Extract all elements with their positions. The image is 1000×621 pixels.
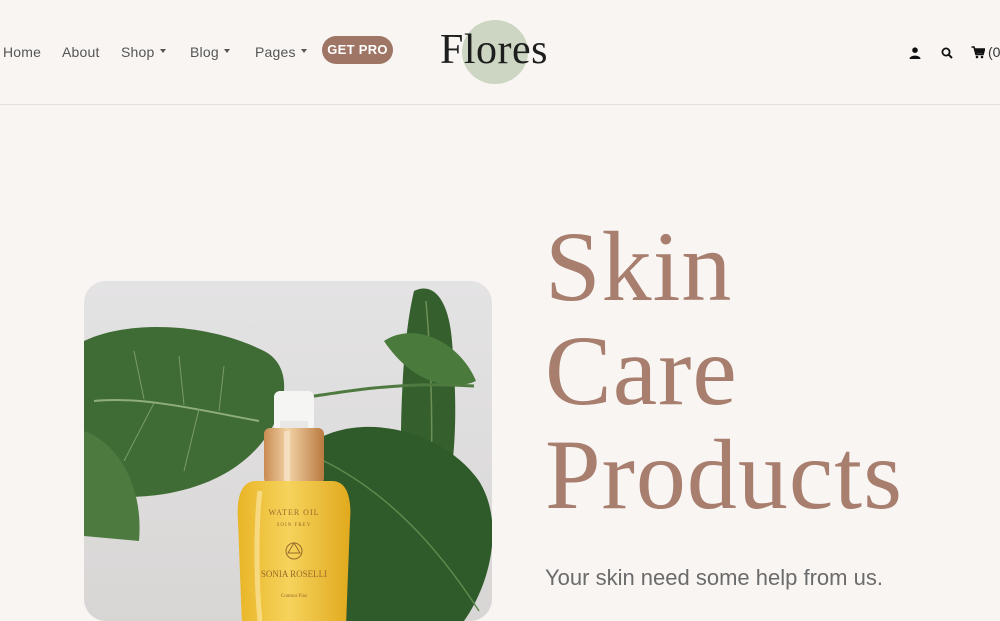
cart-icon[interactable] <box>971 46 986 64</box>
nav-blog-label: Blog <box>190 44 219 60</box>
nav-blog[interactable]: Blog <box>190 44 230 60</box>
hero-title-line: Skin <box>545 211 733 322</box>
hero-subtitle: Your skin need some help from us. <box>545 565 883 590</box>
nav-home[interactable]: Home <box>3 44 41 60</box>
hero-product-image: WATER OIL SOIN FREY SONIA ROSELLI Contou… <box>84 281 492 621</box>
nav-about[interactable]: About <box>62 44 100 60</box>
chevron-down-icon <box>159 49 166 54</box>
nav-pages-label: Pages <box>255 44 296 60</box>
bottle-label-line2: SOIN FREY <box>277 523 312 528</box>
bottle-label-line1: WATER OIL <box>269 508 320 517</box>
cart-count[interactable]: (0 <box>988 44 1000 60</box>
hero-title: Skin Care Products <box>545 215 903 527</box>
bottle-label-line3: Contour Fins <box>281 594 307 599</box>
bottle-label-brand: SONIA ROSELLI <box>261 569 327 579</box>
site-logo[interactable]: Flores <box>440 24 550 76</box>
hero-title-line: Care <box>545 315 738 426</box>
user-icon[interactable] <box>909 46 921 64</box>
nav-shop-label: Shop <box>121 44 155 60</box>
chevron-down-icon <box>223 49 230 54</box>
site-header: Home About Shop Blog Pages GET PRO Flore… <box>0 0 1000 105</box>
hero-title-line: Products <box>545 419 903 530</box>
nav-shop[interactable]: Shop <box>121 44 166 60</box>
chevron-down-icon <box>300 49 307 54</box>
nav-pages[interactable]: Pages <box>255 44 307 60</box>
search-icon[interactable] <box>941 46 953 64</box>
get-pro-button[interactable]: GET PRO <box>322 36 393 64</box>
